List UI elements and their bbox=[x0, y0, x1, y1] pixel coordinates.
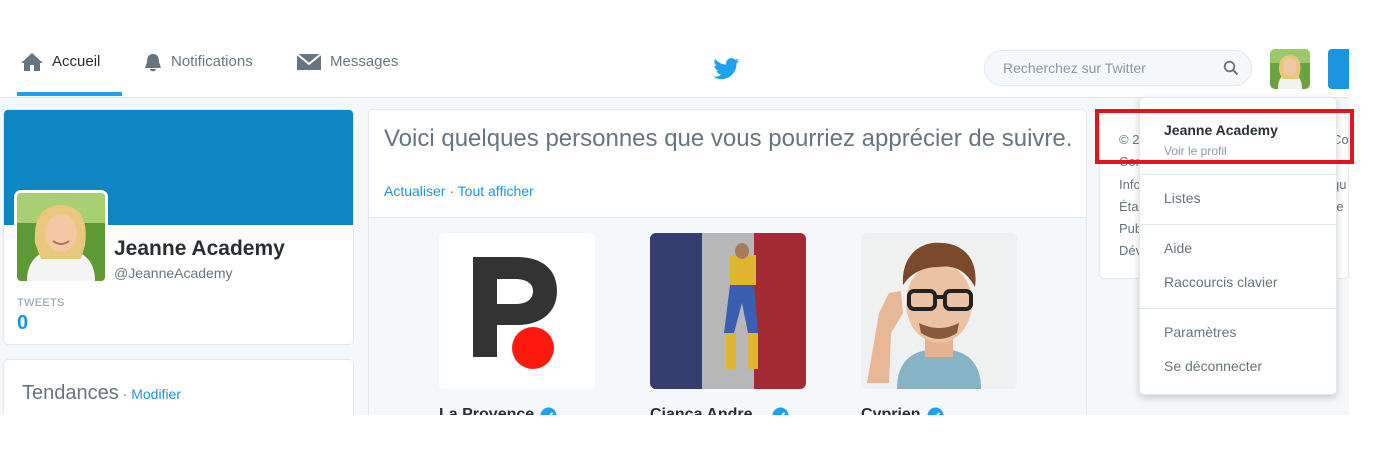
footer-link[interactable]: Info bbox=[1119, 177, 1141, 192]
suggestion-name-la-provence[interactable]: La Provence bbox=[439, 406, 557, 415]
envelope-icon bbox=[296, 52, 322, 72]
verified-badge-icon bbox=[772, 407, 789, 415]
top-navigation-bar: Accueil Notifications Messages bbox=[0, 0, 1349, 98]
suggestion-name: Cyprien bbox=[861, 406, 921, 415]
nav-notifications-label: Notifications bbox=[171, 53, 253, 70]
nav-notifications[interactable]: Notifications bbox=[143, 52, 253, 86]
twitter-bird-icon[interactable] bbox=[713, 58, 740, 85]
search-icon[interactable] bbox=[1223, 60, 1239, 76]
menu-item-lists[interactable]: Listes bbox=[1164, 190, 1201, 206]
active-tab-indicator bbox=[17, 92, 122, 96]
twitter-app: Accueil Notifications Messages Recherche… bbox=[0, 0, 1349, 415]
view-all-link[interactable]: Tout afficher bbox=[458, 183, 534, 199]
divider bbox=[1140, 224, 1336, 225]
menu-item-help[interactable]: Aide bbox=[1164, 240, 1192, 256]
bell-icon bbox=[143, 52, 163, 74]
who-to-follow-card: Voici quelques personnes que vous pourri… bbox=[368, 109, 1087, 415]
search-box[interactable] bbox=[984, 50, 1252, 86]
home-icon bbox=[20, 52, 44, 72]
trends-edit-link[interactable]: Modifier bbox=[131, 386, 181, 402]
highlight-annotation-box bbox=[1095, 109, 1354, 164]
trends-title: Tendances bbox=[22, 382, 119, 404]
divider bbox=[1140, 308, 1336, 309]
footer-link[interactable]: Éta bbox=[1119, 199, 1139, 214]
nav-messages[interactable]: Messages bbox=[296, 52, 398, 86]
account-menu-avatar[interactable] bbox=[1270, 49, 1310, 89]
suggestion-avatar-cianca-andre[interactable] bbox=[650, 233, 806, 389]
profile-handle[interactable]: @JeanneAcademy bbox=[114, 265, 233, 281]
who-to-follow-links: Actualiser · Tout afficher bbox=[384, 183, 534, 199]
trends-separator: · bbox=[118, 386, 132, 402]
divider bbox=[1140, 174, 1336, 175]
profile-name[interactable]: Jeanne Academy bbox=[114, 237, 285, 261]
tweets-count[interactable]: 0 bbox=[17, 312, 28, 335]
search-input[interactable] bbox=[1001, 59, 1223, 77]
nav-home-label: Accueil bbox=[52, 53, 101, 70]
menu-item-keyboard-shortcuts[interactable]: Raccourcis clavier bbox=[1164, 274, 1278, 290]
nav-messages-label: Messages bbox=[330, 53, 399, 70]
links-separator: · bbox=[445, 183, 458, 199]
suggestion-name-cianca-andre[interactable]: Cianca Andre... bbox=[650, 406, 789, 415]
suggestion-avatar-la-provence[interactable] bbox=[439, 233, 595, 389]
verified-badge-icon bbox=[927, 407, 944, 415]
suggestion-avatar-cyprien[interactable] bbox=[861, 233, 1017, 389]
tweet-button[interactable] bbox=[1328, 49, 1349, 89]
suggestion-name-cyprien[interactable]: Cyprien bbox=[861, 406, 944, 415]
menu-item-logout[interactable]: Se déconnecter bbox=[1164, 358, 1262, 374]
trends-card: Tendances · Modifier bbox=[3, 359, 354, 415]
trends-header: Tendances · Modifier bbox=[22, 382, 181, 405]
who-to-follow-title: Voici quelques personnes que vous pourri… bbox=[384, 125, 1073, 152]
profile-avatar[interactable] bbox=[14, 190, 108, 284]
tweets-label[interactable]: TWEETS bbox=[17, 297, 65, 309]
nav-home[interactable]: Accueil bbox=[20, 52, 100, 86]
verified-badge-icon bbox=[540, 407, 557, 415]
menu-item-settings[interactable]: Paramètres bbox=[1164, 324, 1236, 340]
suggestion-name: Cianca Andre... bbox=[650, 406, 766, 415]
suggestion-name: La Provence bbox=[439, 406, 535, 415]
refresh-link[interactable]: Actualiser bbox=[384, 183, 445, 199]
profile-card: Jeanne Academy @JeanneAcademy TWEETS 0 bbox=[3, 109, 354, 345]
